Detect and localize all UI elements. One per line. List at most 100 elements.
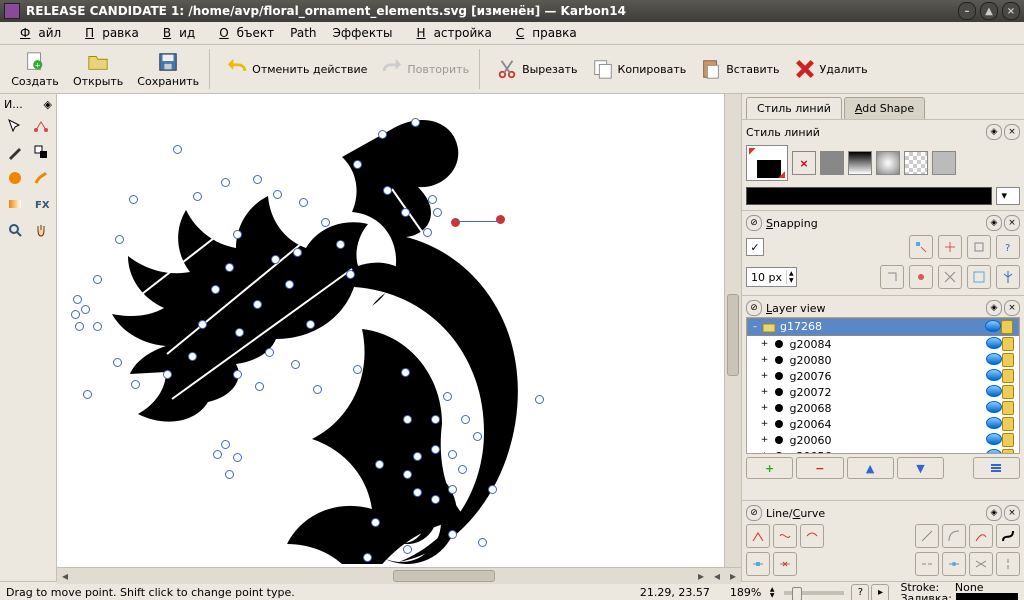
snap-distance-spinner[interactable]: 10 px▲▼ bbox=[746, 267, 797, 287]
layer-row[interactable]: –g17268 bbox=[747, 318, 1019, 336]
add-layer-button[interactable]: + bbox=[746, 457, 793, 479]
layer-list[interactable]: –g17268 +g20084 +g20080 +g20076 +g20072 … bbox=[746, 317, 1020, 454]
undo-button[interactable]: Отменить действие bbox=[219, 56, 374, 82]
seg-line-button[interactable] bbox=[915, 524, 939, 548]
stroke-value[interactable]: None bbox=[939, 582, 999, 593]
menu-edit[interactable]: Правка bbox=[69, 24, 147, 42]
snap-ext-button[interactable] bbox=[938, 235, 962, 259]
close-button[interactable]: × bbox=[1002, 2, 1020, 20]
remove-layer-button[interactable]: − bbox=[796, 457, 843, 479]
copy-button[interactable]: Копировать bbox=[585, 56, 694, 82]
pan-tool[interactable] bbox=[29, 218, 53, 242]
redo-button[interactable]: Повторить bbox=[374, 56, 476, 82]
layer-row[interactable]: +g20076 bbox=[747, 368, 1019, 384]
no-stroke-button[interactable]: × bbox=[792, 151, 816, 175]
calligraphy-tool[interactable] bbox=[29, 166, 53, 190]
menu-effects[interactable]: Эффекты bbox=[325, 24, 401, 42]
canvas-vscrollbar[interactable] bbox=[724, 94, 741, 567]
dock-close-icon[interactable]: × bbox=[1004, 505, 1020, 521]
tools-collapse-icon[interactable]: ◈ bbox=[44, 98, 52, 111]
layer-row[interactable]: +g20080 bbox=[747, 352, 1019, 368]
menu-object[interactable]: Объект bbox=[203, 24, 282, 42]
menu-settings[interactable]: Настройка bbox=[401, 24, 500, 42]
dock-close-icon[interactable]: × bbox=[1004, 215, 1020, 231]
right-panel: Стиль линий Add Shape Стиль линий◈× × ▾ … bbox=[741, 94, 1024, 581]
pointer-tool[interactable] bbox=[3, 114, 27, 138]
symmetric-point-button[interactable] bbox=[800, 524, 824, 548]
canvas[interactable] bbox=[57, 94, 724, 567]
zoom-tool[interactable] bbox=[3, 218, 27, 242]
layer-row[interactable]: +g20060 bbox=[747, 432, 1019, 448]
dock-close-icon[interactable]: × bbox=[1004, 300, 1020, 316]
seg-curve3-button[interactable] bbox=[996, 524, 1020, 548]
save-button[interactable]: Сохранить bbox=[130, 49, 206, 90]
status-menu-button[interactable]: ▸ bbox=[871, 584, 889, 600]
layer-down-button[interactable]: ▼ bbox=[897, 457, 944, 479]
join-path-button[interactable] bbox=[942, 552, 966, 576]
dock-close-icon[interactable]: × bbox=[1004, 124, 1020, 140]
snap-grid-button[interactable] bbox=[967, 235, 991, 259]
dock-float-icon[interactable]: ◈ bbox=[986, 124, 1002, 140]
dock-float-icon[interactable]: ◈ bbox=[986, 505, 1002, 521]
status-help-button[interactable]: ? bbox=[851, 584, 869, 600]
dock-collapse-icon[interactable]: ⊘ bbox=[746, 505, 762, 521]
layer-up-button[interactable]: ▲ bbox=[847, 457, 894, 479]
paste-button[interactable]: Вставить bbox=[693, 56, 786, 82]
delete-button[interactable]: Удалить bbox=[787, 56, 875, 82]
snap-help-button[interactable]: ? bbox=[996, 235, 1020, 259]
layer-row[interactable]: +g20064 bbox=[747, 416, 1019, 432]
layer-options-button[interactable] bbox=[973, 457, 1020, 479]
flat-fill-button[interactable] bbox=[820, 151, 844, 175]
corner-point-button[interactable] bbox=[746, 524, 770, 548]
dock-float-icon[interactable]: ◈ bbox=[986, 300, 1002, 316]
insert-node-button[interactable] bbox=[746, 552, 770, 576]
dock-float-icon[interactable]: ◈ bbox=[986, 215, 1002, 231]
snap-ortho-button[interactable] bbox=[880, 265, 904, 289]
delete-node-button[interactable] bbox=[773, 552, 797, 576]
menu-view[interactable]: Вид bbox=[147, 24, 203, 42]
snap-intersect-button[interactable] bbox=[938, 265, 962, 289]
layer-row[interactable]: +g20068 bbox=[747, 400, 1019, 416]
break-path-button[interactable] bbox=[915, 552, 939, 576]
shape-tool[interactable] bbox=[29, 140, 53, 164]
pattern2-button[interactable] bbox=[932, 151, 956, 175]
snap-enable-checkbox[interactable]: ✓ bbox=[746, 238, 764, 256]
seg-curve2-button[interactable] bbox=[969, 524, 993, 548]
menu-path[interactable]: Path bbox=[282, 24, 324, 42]
layer-row[interactable]: +g20084 bbox=[747, 336, 1019, 352]
snap-bbox-button[interactable] bbox=[967, 265, 991, 289]
pattern-button[interactable] bbox=[904, 151, 928, 175]
radial-grad-button[interactable] bbox=[876, 151, 900, 175]
fx-tool[interactable]: FX bbox=[29, 192, 53, 216]
snap-node2-button[interactable] bbox=[909, 265, 933, 289]
stroke-color-select[interactable]: ▾ bbox=[996, 187, 1020, 205]
cut-button[interactable]: Вырезать bbox=[489, 56, 584, 82]
linear-grad-button[interactable] bbox=[848, 151, 872, 175]
open-button[interactable]: Открыть bbox=[66, 49, 130, 90]
minimize-button[interactable]: – bbox=[958, 2, 976, 20]
snap-guide-button[interactable] bbox=[996, 265, 1020, 289]
merge-nodes-button[interactable] bbox=[969, 552, 993, 576]
menu-file[interactable]: Файл bbox=[4, 24, 69, 42]
menu-help[interactable]: Справка bbox=[500, 24, 585, 42]
pattern-tool[interactable] bbox=[3, 166, 27, 190]
dock-collapse-icon[interactable]: ⊘ bbox=[746, 300, 762, 316]
node-tool[interactable] bbox=[29, 114, 53, 138]
gradient-tool[interactable] bbox=[3, 192, 27, 216]
new-button[interactable]: +Создать bbox=[4, 49, 66, 90]
pen-tool[interactable] bbox=[3, 140, 27, 164]
dock-collapse-icon[interactable]: ⊘ bbox=[746, 215, 762, 231]
seg-curve-button[interactable] bbox=[942, 524, 966, 548]
snap-node-button[interactable] bbox=[909, 235, 933, 259]
tab-stroke-style[interactable]: Стиль линий bbox=[746, 97, 842, 119]
fill-swatch[interactable] bbox=[956, 593, 1018, 600]
smooth-point-button[interactable] bbox=[773, 524, 797, 548]
stroke-color-well[interactable] bbox=[746, 187, 992, 205]
stroke-preview[interactable] bbox=[746, 145, 788, 181]
zoom-slider[interactable] bbox=[784, 591, 844, 595]
maximize-button[interactable]: ▲ bbox=[980, 2, 998, 20]
canvas-hscrollbar[interactable]: ◂▸◂▸ bbox=[57, 567, 741, 584]
layer-row[interactable]: +g20072 bbox=[747, 384, 1019, 400]
split-segment-button[interactable] bbox=[996, 552, 1020, 576]
tab-add-shape[interactable]: Add Shape bbox=[844, 97, 925, 119]
